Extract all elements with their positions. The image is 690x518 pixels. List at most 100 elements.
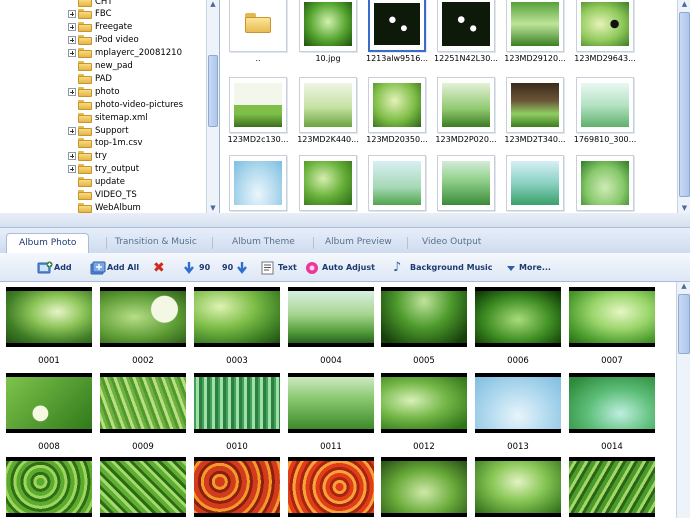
album-photo-item[interactable] [288,457,374,518]
album-photo-item[interactable]: 0001 [6,287,92,366]
file-thumbnail[interactable] [576,77,634,133]
album-photo-item[interactable]: 0012 [381,373,467,452]
folder-icon [78,86,92,97]
file-thumbnail[interactable] [506,155,564,211]
tab-video-output[interactable]: Video Output [410,233,493,252]
album-photo-grid[interactable]: 0001 0002 0003 0004 0005 0006 0007 0008 0009 0010… [0,282,690,518]
album-photo-item[interactable]: 0007 [569,287,655,366]
file-thumbnail[interactable] [437,77,495,133]
text-button[interactable]: Text [261,260,297,275]
album-photo-item[interactable]: 0005 [381,287,467,366]
file-thumbnail[interactable] [576,155,634,211]
file-thumbnail[interactable] [506,0,564,52]
tree-item[interactable]: VIDEO_TS [68,189,137,202]
expand-plus-icon[interactable] [68,126,76,135]
album-photo-item[interactable]: 0014 [569,373,655,452]
rotate-right-button[interactable]: 90 [222,260,252,275]
tree-item[interactable]: new_pad [68,60,133,73]
tree-item[interactable]: Freegate [68,21,132,34]
file-thumbnail-browser[interactable]: .. 10.jpg 1213alw9516... 12251N42L30... 123M… [220,0,690,213]
file-thumbnail[interactable] [368,155,426,211]
album-photo-item[interactable]: 0009 [100,373,186,452]
expand-plus-icon[interactable] [68,23,76,32]
file-thumbnail[interactable] [506,77,564,133]
tree-item[interactable]: try [68,150,107,163]
album-photo-item[interactable]: 0002 [100,287,186,366]
auto-adjust-button[interactable]: Auto Adjust [305,260,375,275]
file-thumbnail[interactable] [299,155,357,211]
add-all-button[interactable]: Add All [90,260,139,275]
background-music-button[interactable]: ♪ Background Music [393,260,493,275]
tree-item[interactable]: CHT [68,0,113,8]
tree-item[interactable]: Support [68,124,129,137]
tree-item[interactable]: mplayerc_20081210 [68,47,182,60]
tab-album-theme[interactable]: Album Theme [220,233,307,252]
scroll-up-icon[interactable]: ▲ [207,0,219,9]
tree-item[interactable]: FBC [68,8,112,21]
scroll-up-icon[interactable]: ▲ [677,282,690,291]
tree-item[interactable]: WebAlbum [68,201,141,213]
photo-thumbnail [381,461,467,513]
album-photo-item[interactable]: 0006 [475,287,561,366]
tree-item[interactable]: top-1m.csv [68,137,143,150]
rotate-left-label: 90 [199,263,211,272]
file-thumbnail[interactable] [368,77,426,133]
tree-item[interactable]: photo [68,85,120,98]
tree-item[interactable]: iPod video [68,34,139,47]
add-button[interactable]: Add [37,260,72,275]
more-button[interactable]: More... [506,260,551,275]
folder-tree[interactable]: CHT FBC Freegate iPod video mplayerc_2008121… [0,0,220,213]
tree-item-label: Freegate [95,22,133,33]
tree-item[interactable]: PAD [68,72,112,85]
expand-plus-icon[interactable] [68,87,76,96]
album-photo-item[interactable] [6,457,92,518]
album-photo-item[interactable]: 0010 [194,373,280,452]
tab-album-preview[interactable]: Album Preview [313,233,404,252]
file-thumbnail[interactable] [299,0,357,52]
album-photo-item[interactable] [381,457,467,518]
album-scrollbar[interactable]: ▲ [676,282,690,518]
file-thumbnail[interactable] [299,77,357,133]
album-photo-item[interactable]: 0003 [194,287,280,366]
expand-plus-icon[interactable] [68,10,76,19]
album-photo-item[interactable] [100,457,186,518]
tree-item[interactable]: sitemap.xml [68,111,148,124]
album-photo-item[interactable]: 0008 [6,373,92,452]
album-photo-item[interactable]: 0013 [475,373,561,452]
rotate-left-button[interactable]: 90 [182,260,210,275]
tree-scrollbar-thumb[interactable] [208,55,218,127]
splitter[interactable] [0,213,690,227]
tree-item[interactable]: update [68,176,125,189]
album-photo-item[interactable]: 0011 [288,373,374,452]
file-thumbnail[interactable] [229,155,287,211]
album-photo-item[interactable]: 0004 [288,287,374,366]
parent-folder-thumbnail[interactable] [229,0,287,52]
delete-button[interactable]: ✖ [153,260,170,275]
expand-plus-icon[interactable] [68,152,76,161]
file-thumbnail[interactable] [437,155,495,211]
tree-scrollbar[interactable]: ▲ ▼ [206,0,219,213]
tab-album-photo[interactable]: Album Photo [6,233,90,254]
album-photo-item[interactable] [569,457,655,518]
album-photo-item[interactable] [475,457,561,518]
browser-scrollbar[interactable]: ▲ ▼ [677,0,690,213]
album-photo-item[interactable] [194,457,280,518]
file-thumbnail[interactable] [437,0,495,52]
album-scrollbar-thumb[interactable] [678,294,690,354]
thumbnail-image [373,83,421,127]
file-thumbnail[interactable] [576,0,634,52]
file-thumbnail[interactable] [368,0,426,52]
expand-plus-icon[interactable] [68,49,76,58]
tree-item[interactable]: try_output [68,163,139,176]
file-thumbnail[interactable] [229,77,287,133]
thumbnail-image [581,161,629,205]
tree-item[interactable]: photo-video-pictures [68,98,183,111]
expand-plus-icon[interactable] [68,36,76,45]
scroll-down-icon[interactable]: ▼ [207,204,219,213]
tab-transition-music[interactable]: Transition & Music [103,233,209,252]
scroll-down-icon[interactable]: ▼ [678,204,690,213]
rotate-down-arrow-icon [235,261,249,275]
browser-scrollbar-thumb[interactable] [679,12,690,197]
expand-plus-icon[interactable] [68,165,76,174]
scroll-up-icon[interactable]: ▲ [678,0,690,9]
